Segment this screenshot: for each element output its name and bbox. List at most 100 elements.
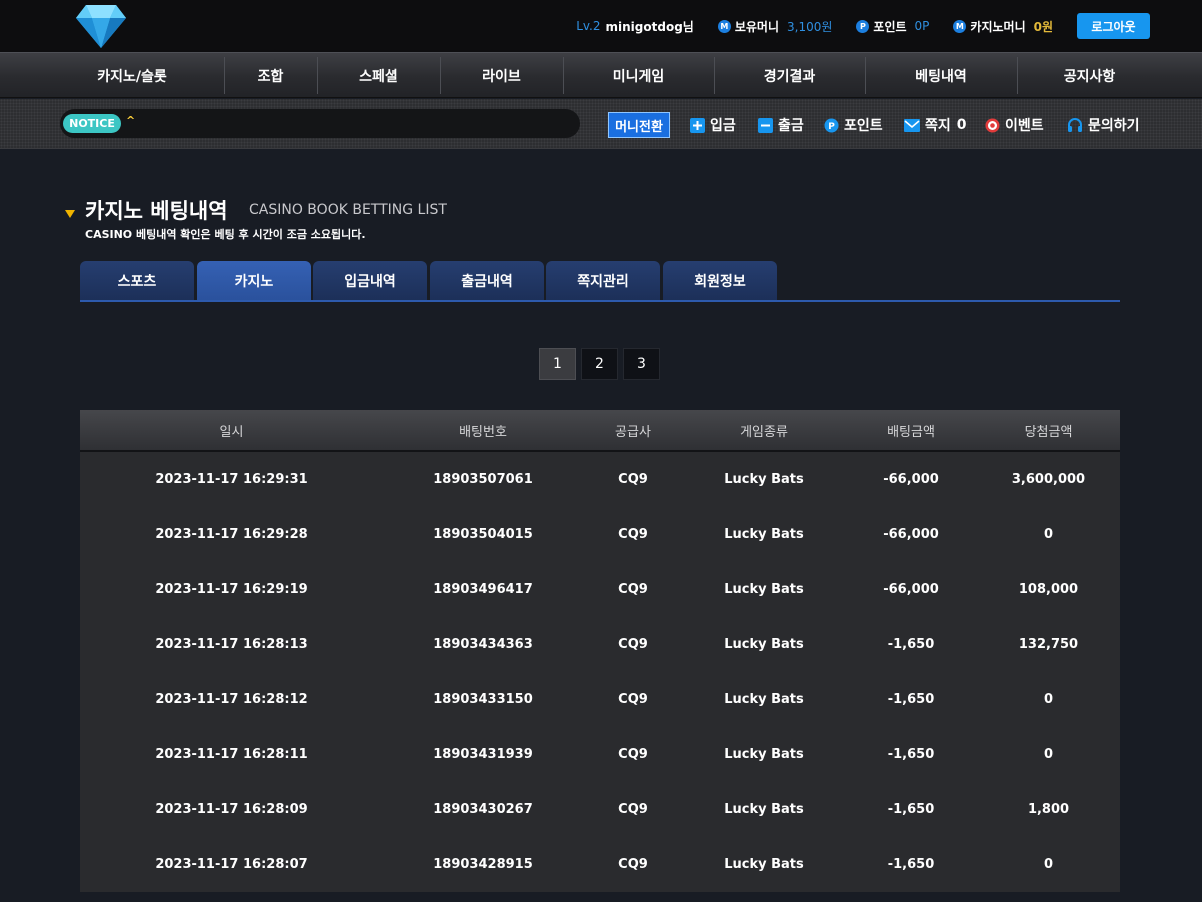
nav-item-special[interactable]: 스페셜 (317, 53, 440, 98)
cell-provider: CQ9 (618, 582, 648, 597)
cell-win-amount: 0 (1043, 857, 1054, 872)
cell-date: 2023-11-17 16:29:19 (155, 582, 308, 597)
cell-game-type: Lucky Bats (724, 747, 804, 762)
cell-game-type: Lucky Bats (724, 857, 804, 872)
cell-bet-amount: -1,650 (887, 747, 935, 762)
point-label: 포인트 (844, 118, 883, 134)
balance-value: 3,100원 (787, 19, 833, 34)
money-switch-button[interactable]: 머니전환 (608, 112, 670, 138)
cell-win-amount: 1,800 (1027, 802, 1070, 817)
cell-game-type: Lucky Bats (724, 582, 804, 597)
nav-item-combination[interactable]: 조합 (224, 53, 317, 98)
cell-bet-amount: -1,650 (887, 637, 935, 652)
cell-bet-amount: -66,000 (883, 472, 939, 487)
nav-item-betting-history[interactable]: 베팅내역 (865, 53, 1017, 98)
casino-money-value: 0원 (1033, 19, 1053, 34)
tab-member-info[interactable]: 회원정보 (663, 261, 777, 301)
top-bar: Lv.2 minigotdog님 M 보유머니 3,100원 P 포인트 0P … (0, 0, 1202, 52)
point-value: 0P (914, 19, 930, 33)
event-link[interactable]: 이벤트 (985, 112, 1044, 138)
cell-date: 2023-11-17 16:28:07 (155, 857, 308, 872)
notice-ticker[interactable]: NOTICE ^ (60, 109, 580, 138)
cell-win-amount: 3,600,000 (1011, 472, 1086, 487)
user-info: Lv.2 minigotdog님 M 보유머니 3,100원 P 포인트 0P … (576, 13, 1202, 39)
balance-info: M 보유머니 3,100원 (717, 18, 833, 35)
notice-badge: NOTICE (63, 114, 121, 133)
cell-win-amount: 132,750 (1018, 637, 1079, 652)
deposit-label: 입금 (710, 118, 736, 134)
table-row: 2023-11-17 16:28:11 18903431939 CQ9 Luck… (80, 727, 1120, 782)
cell-provider: CQ9 (618, 527, 648, 542)
point-label: 포인트 (873, 19, 907, 34)
cell-win-amount: 0 (1043, 747, 1054, 762)
nav-item-minigame[interactable]: 미니게임 (563, 53, 714, 98)
page-button-3[interactable]: 3 (623, 348, 660, 380)
nav-item-results[interactable]: 경기결과 (714, 53, 865, 98)
cell-game-type: Lucky Bats (724, 472, 804, 487)
cell-bet-number: 18903507061 (433, 472, 533, 487)
plus-square-icon (690, 117, 705, 133)
nav-item-casino-slot[interactable]: 카지노/슬롯 (40, 53, 224, 98)
cell-bet-amount: -1,650 (887, 802, 935, 817)
svg-text:P: P (828, 122, 835, 132)
cell-bet-number: 18903428915 (433, 857, 533, 872)
cell-win-amount: 0 (1043, 527, 1054, 542)
tab-underline (80, 300, 1120, 302)
tab-withdraw-history[interactable]: 출금내역 (430, 261, 544, 301)
triangle-down-icon (65, 210, 75, 218)
main-nav: 카지노/슬롯 조합 스페셜 라이브 미니게임 경기결과 베팅내역 공지사항 (0, 52, 1202, 98)
nav-item-live[interactable]: 라이브 (440, 53, 563, 98)
point-link[interactable]: P 포인트 (824, 112, 883, 138)
cell-game-type: Lucky Bats (724, 637, 804, 652)
envelope-icon (904, 118, 920, 132)
table-row: 2023-11-17 16:28:13 18903434363 CQ9 Luck… (80, 617, 1120, 672)
table-header: 일시 배팅번호 공급사 게임종류 배팅금액 당첨금액 (80, 410, 1120, 452)
cell-provider: CQ9 (618, 802, 648, 817)
tab-message-manage[interactable]: 쪽지관리 (546, 261, 660, 301)
column-header-win-amount: 당첨금액 (1024, 424, 1073, 440)
casino-coin-icon: M (953, 19, 967, 33)
deposit-link[interactable]: 입금 (690, 112, 736, 138)
tab-deposit-history[interactable]: 입금내역 (313, 261, 427, 301)
headset-icon (1067, 117, 1083, 133)
table-row: 2023-11-17 16:29:28 18903504015 CQ9 Luck… (80, 507, 1120, 562)
cell-provider: CQ9 (618, 472, 648, 487)
logout-button[interactable]: 로그아웃 (1077, 13, 1150, 39)
cell-bet-number: 18903433150 (433, 692, 533, 707)
cell-date: 2023-11-17 16:28:12 (155, 692, 308, 707)
cell-win-amount: 0 (1043, 692, 1054, 707)
point-coin-icon: P (856, 19, 870, 33)
user-level: Lv.2 (576, 19, 601, 33)
table-row: 2023-11-17 16:29:31 18903507061 CQ9 Luck… (80, 452, 1120, 507)
page-title: 카지노 베팅내역 (85, 199, 228, 223)
page-button-2[interactable]: 2 (581, 348, 618, 380)
inquiry-link[interactable]: 문의하기 (1067, 112, 1140, 138)
cell-provider: CQ9 (618, 692, 648, 707)
message-link[interactable]: 쪽지 0 (904, 112, 967, 138)
point-coin-icon: P (824, 118, 839, 133)
column-header-date: 일시 (219, 424, 244, 440)
cell-game-type: Lucky Bats (724, 527, 804, 542)
tab-sports[interactable]: 스포츠 (80, 261, 194, 301)
username: minigotdog님 (605, 19, 694, 34)
withdraw-link[interactable]: 출금 (758, 112, 804, 138)
table-row: 2023-11-17 16:28:12 18903433150 CQ9 Luck… (80, 672, 1120, 727)
page-note: CASINO 베팅내역 확인은 베팅 후 시간이 조금 소요됩니다. (85, 228, 366, 241)
tab-casino[interactable]: 카지노 (197, 261, 311, 301)
cell-bet-amount: -66,000 (883, 527, 939, 542)
column-header-game-type: 게임종류 (740, 424, 788, 440)
cell-bet-amount: -1,650 (887, 857, 935, 872)
casino-money-info: M 카지노머니 0원 (953, 18, 1053, 35)
cell-bet-number: 18903434363 (433, 637, 533, 652)
cell-date: 2023-11-17 16:28:13 (155, 637, 308, 652)
cell-bet-number: 18903496417 (433, 582, 533, 597)
target-icon (985, 118, 1000, 133)
table-row: 2023-11-17 16:29:19 18903496417 CQ9 Luck… (80, 562, 1120, 617)
minus-square-icon (758, 117, 773, 133)
cell-bet-amount: -66,000 (883, 582, 939, 597)
page-button-1[interactable]: 1 (539, 348, 576, 380)
nav-item-notice[interactable]: 공지사항 (1017, 53, 1162, 98)
diamond-logo-icon[interactable] (74, 2, 128, 50)
cell-bet-number: 18903431939 (433, 747, 533, 762)
message-label: 쪽지 (925, 118, 951, 134)
